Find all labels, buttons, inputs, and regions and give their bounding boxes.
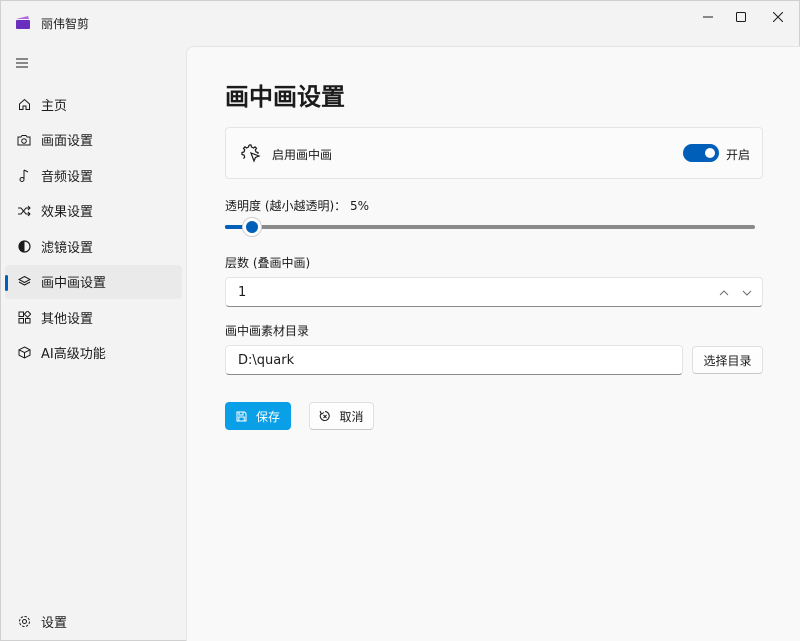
camera-icon — [17, 133, 31, 147]
choose-directory-button[interactable]: 选择目录 — [692, 346, 763, 374]
layers-label: 层数 (叠画中画) — [225, 256, 311, 270]
title-bar: 丽伟智剪 — [1, 1, 800, 41]
minimize-icon — [703, 16, 713, 18]
toggle-knob — [705, 148, 715, 158]
gear-icon — [17, 614, 31, 628]
contrast-icon — [17, 239, 31, 253]
sidebar-item-settings[interactable]: 设置 — [5, 604, 182, 638]
layers-increment-button[interactable] — [717, 286, 731, 300]
opacity-slider-thumb[interactable] — [242, 217, 262, 237]
layers-value: 1 — [238, 285, 247, 300]
cancel-icon — [319, 410, 331, 422]
layers-icon — [17, 275, 31, 289]
sidebar-item-label: 设置 — [41, 615, 68, 631]
sidebar-item-ai-features[interactable]: AI高级功能 — [5, 336, 182, 370]
sidebar-item-filter-settings[interactable]: 滤镜设置 — [5, 229, 182, 263]
toggle-state-text: 开启 — [726, 148, 751, 162]
sidebar-item-effect-settings[interactable]: 效果设置 — [5, 194, 182, 228]
cancel-button[interactable]: 取消 — [309, 402, 374, 430]
sidebar-item-label: 其他设置 — [41, 311, 94, 327]
layers-decrement-button[interactable] — [740, 286, 754, 300]
sidebar-item-pip-settings[interactable]: 画中画设置 — [5, 264, 182, 299]
choose-directory-label: 选择目录 — [703, 353, 752, 368]
sidebar-item-label: 画面设置 — [41, 134, 94, 149]
music-note-icon — [17, 168, 31, 182]
opacity-label-row: 透明度 (越小越透明)： 5% — [225, 197, 369, 214]
sidebar-nav: 主页 画面设置 音频设置 效果设置 滤镜设置 画中画设置 其他设置 AI高级功能 — [5, 87, 182, 371]
material-dir-label: 画中画素材目录 — [225, 324, 310, 338]
shuffle-icon — [17, 204, 31, 218]
enable-pip-label: 启用画中画 — [272, 148, 333, 162]
app-title: 丽伟智剪 — [41, 17, 90, 31]
opacity-slider[interactable] — [225, 217, 755, 237]
sidebar-item-label: 主页 — [41, 98, 68, 114]
material-dir-value: D:\quark — [238, 353, 295, 368]
page-title: 画中画设置 — [225, 83, 345, 111]
enable-pip-toggle[interactable] — [683, 144, 719, 162]
sidebar-item-label: 音频设置 — [41, 169, 94, 185]
save-button[interactable]: 保存 — [225, 402, 291, 430]
chevron-up-icon — [719, 290, 729, 296]
enable-pip-card: 启用画中画 开启 — [225, 127, 763, 179]
home-icon — [17, 97, 31, 111]
sidebar-item-label: AI高级功能 — [41, 347, 106, 362]
sidebar-item-picture-settings[interactable]: 画面设置 — [5, 123, 182, 157]
opacity-label: 透明度 (越小越透明)： — [225, 199, 347, 213]
pip-settings-icon — [241, 144, 261, 163]
chevron-down-icon — [742, 290, 752, 296]
material-dir-input[interactable]: D:\quark — [225, 345, 683, 375]
hamburger-icon — [16, 58, 28, 68]
sidebar-item-label: 效果设置 — [41, 205, 94, 220]
close-button[interactable] — [755, 1, 800, 33]
main-content: 画中画设置 启用画中画 开启 透明度 (越小越透明)： 5% 层数 (叠画中画)… — [186, 46, 800, 641]
cancel-label: 取消 — [339, 409, 364, 424]
menu-toggle-button[interactable] — [11, 51, 33, 75]
sidebar-item-home[interactable]: 主页 — [5, 87, 182, 121]
app-window: 丽伟智剪 主页 画面设置 音频设置 效果设置 滤镜设置 画中画设置 其他设置 A… — [0, 0, 800, 641]
save-icon — [236, 410, 248, 422]
sidebar-item-label: 滤镜设置 — [41, 240, 94, 256]
app-logo-icon — [16, 16, 30, 29]
sidebar-footer: 设置 — [5, 604, 182, 640]
opacity-value: 5% — [350, 199, 370, 213]
sidebar-item-other-settings[interactable]: 其他设置 — [5, 300, 182, 334]
close-icon — [773, 12, 783, 22]
save-label: 保存 — [255, 409, 280, 424]
sidebar-item-label: 画中画设置 — [41, 276, 107, 291]
maximize-icon — [736, 12, 746, 22]
apps-icon — [17, 310, 31, 324]
layers-number-box[interactable]: 1 — [225, 277, 763, 307]
sidebar-item-audio-settings[interactable]: 音频设置 — [5, 158, 182, 192]
cube-icon — [17, 346, 31, 360]
